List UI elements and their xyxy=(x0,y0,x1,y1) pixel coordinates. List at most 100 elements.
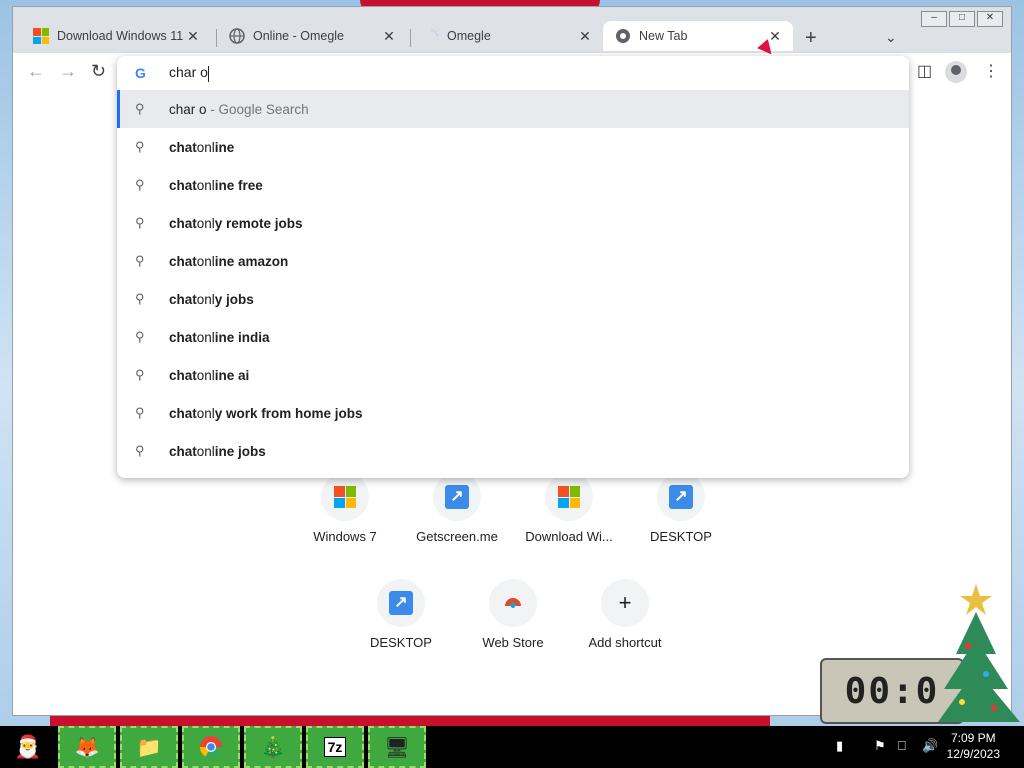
tab-strip: Download Windows 11 ✕ Online - Omegle ✕ … xyxy=(13,19,1011,53)
shortcut-label: Download Wi... xyxy=(525,529,613,544)
add-shortcut-button[interactable]: + Add shortcut xyxy=(569,579,681,650)
reload-icon[interactable]: ↻ xyxy=(91,61,106,82)
forward-icon[interactable]: → xyxy=(59,61,77,82)
suggestion-prefix: chat xyxy=(169,329,197,345)
search-icon: ⚲ xyxy=(135,101,145,116)
suggestion-prefix: chat xyxy=(169,443,197,459)
shortcut-label: Web Store xyxy=(482,635,544,650)
shortcut-tile[interactable]: ↗ DESKTOP xyxy=(625,473,737,544)
suggestion-mid: onl xyxy=(196,215,215,231)
suggestion-item[interactable]: ⚲ chat onl ine jobs xyxy=(117,432,909,470)
search-icon: ⚲ xyxy=(135,177,145,192)
christmas-tree-icon xyxy=(938,584,1020,722)
chevron-down-icon[interactable]: ⌄ xyxy=(885,29,897,46)
new-tab-button[interactable]: + xyxy=(805,27,817,50)
suggestion-mid: onl xyxy=(196,291,215,307)
suggestion-item[interactable]: ⚲ chat onl y jobs xyxy=(117,280,909,318)
suggestion-item[interactable]: ⚲ chat onl ine amazon xyxy=(117,242,909,280)
menu-icon[interactable]: ⋮ xyxy=(983,61,999,81)
suggestion-mid: onl xyxy=(196,405,215,421)
loading-icon xyxy=(423,28,439,44)
back-icon[interactable]: ← xyxy=(27,61,45,82)
suggestion-prefix: chat xyxy=(169,139,197,155)
webstore-icon xyxy=(489,579,537,627)
suggestion-rest: ine amazon xyxy=(214,253,289,269)
shortcut-tile[interactable]: ↗ Getscreen.me xyxy=(401,473,513,544)
suggestion-item[interactable]: ⚲ chat onl y remote jobs xyxy=(117,204,909,242)
tab-omegle[interactable]: Omegle ✕ xyxy=(411,21,603,51)
shortcut-tile[interactable]: Windows 7 xyxy=(289,473,401,544)
suggestion-text: char o xyxy=(169,101,207,117)
close-icon[interactable]: ✕ xyxy=(577,28,593,45)
shortcut-tile[interactable]: Download Wi... xyxy=(513,473,625,544)
remote-desktop-icon[interactable]: 🖥 xyxy=(368,726,426,768)
suggestion-rest: ine ai xyxy=(214,367,250,383)
suggestion-prefix: chat xyxy=(169,367,197,383)
plus-icon: + xyxy=(601,579,649,627)
suggestion-rest: y remote jobs xyxy=(214,215,303,231)
suggestion-mid: onl xyxy=(196,253,215,269)
suggestion-google-search[interactable]: ⚲ char o - Google Search xyxy=(117,90,909,128)
shortcut-label: DESKTOP xyxy=(650,529,712,544)
chrome-icon[interactable] xyxy=(182,726,240,768)
search-icon: ⚲ xyxy=(135,405,145,420)
shortcut-label: Add shortcut xyxy=(588,635,662,650)
7zip-icon[interactable]: 7z xyxy=(306,726,364,768)
network-icon[interactable]: ⚑ xyxy=(874,738,886,754)
windows-icon xyxy=(321,473,369,521)
chrome-icon xyxy=(615,28,631,44)
globe-icon xyxy=(229,28,245,44)
tab-download-windows[interactable]: Download Windows 11 ✕ xyxy=(21,21,211,51)
tab-label: New Tab xyxy=(639,29,688,43)
clock-time: 7:09 PM xyxy=(950,731,996,745)
notification-icon[interactable]: ▮ xyxy=(836,738,843,754)
shortcut-tile[interactable]: ↗ DESKTOP xyxy=(345,579,457,650)
suggestion-mid: onl xyxy=(196,367,215,383)
firefox-icon[interactable]: 🦊 xyxy=(58,726,116,768)
suggestion-rest: ine india xyxy=(214,329,270,345)
shortcut-arrow-icon: ↗ xyxy=(377,579,425,627)
shortcut-arrow-icon: ↗ xyxy=(433,473,481,521)
suggestion-mid: onl xyxy=(196,443,215,459)
clock-date: 12/9/2023 xyxy=(946,747,1000,761)
suggestion-rest: ine xyxy=(214,139,235,155)
side-panel-icon[interactable]: ◫ xyxy=(917,61,932,81)
clock[interactable]: 7:09 PM 12/9/2023 xyxy=(947,730,1000,762)
christmas-tree-app-icon[interactable]: 🎄 xyxy=(244,726,302,768)
suggestion-suffix: - Google Search xyxy=(210,101,309,117)
profile-avatar[interactable] xyxy=(945,61,967,83)
search-icon: ⚲ xyxy=(135,329,145,344)
suggestion-rest: ine free xyxy=(214,177,263,193)
close-icon[interactable]: ✕ xyxy=(185,28,201,45)
tab-label: Download Windows 11 xyxy=(57,29,184,43)
shortcut-label: DESKTOP xyxy=(370,635,432,650)
shortcut-label: Windows 7 xyxy=(313,529,377,544)
tab-label: Online - Omegle xyxy=(253,29,345,43)
suggestion-item[interactable]: ⚲ chat onl ine xyxy=(117,128,909,166)
shortcut-label: Getscreen.me xyxy=(416,529,498,544)
suggestion-item[interactable]: ⚲ chat onl ine free xyxy=(117,166,909,204)
search-icon: ⚲ xyxy=(135,215,145,230)
suggestion-mid: onl xyxy=(196,177,215,193)
omnibox-input-row[interactable]: G char o xyxy=(117,56,909,90)
volume-icon[interactable]: 🔊 xyxy=(922,738,938,754)
omnibox-input[interactable]: char o xyxy=(169,64,209,82)
windows-icon xyxy=(33,28,49,44)
search-icon: ⚲ xyxy=(135,253,145,268)
search-icon: ⚲ xyxy=(135,139,145,154)
file-explorer-icon[interactable]: 📁 xyxy=(120,726,178,768)
power-icon[interactable]: ⎕ xyxy=(898,738,906,754)
suggestion-prefix: chat xyxy=(169,215,197,231)
search-icon: ⚲ xyxy=(135,367,145,382)
suggestion-item[interactable]: ⚲ chat onl ine india xyxy=(117,318,909,356)
suggestion-prefix: chat xyxy=(169,291,197,307)
tab-online-omegle[interactable]: Online - Omegle ✕ xyxy=(217,21,407,51)
close-icon[interactable]: ✕ xyxy=(381,28,397,45)
suggestion-prefix: chat xyxy=(169,253,197,269)
omnibox-dropdown: G char o ⚲ char o - Google Search ⚲ chat … xyxy=(117,56,909,478)
suggestion-item[interactable]: ⚲ chat onl ine ai xyxy=(117,356,909,394)
start-button[interactable]: 🎅 xyxy=(4,726,52,768)
suggestion-item[interactable]: ⚲ chat onl y work from home jobs xyxy=(117,394,909,432)
shortcut-tile[interactable]: Web Store xyxy=(457,579,569,650)
suggestion-mid: onl xyxy=(196,139,215,155)
